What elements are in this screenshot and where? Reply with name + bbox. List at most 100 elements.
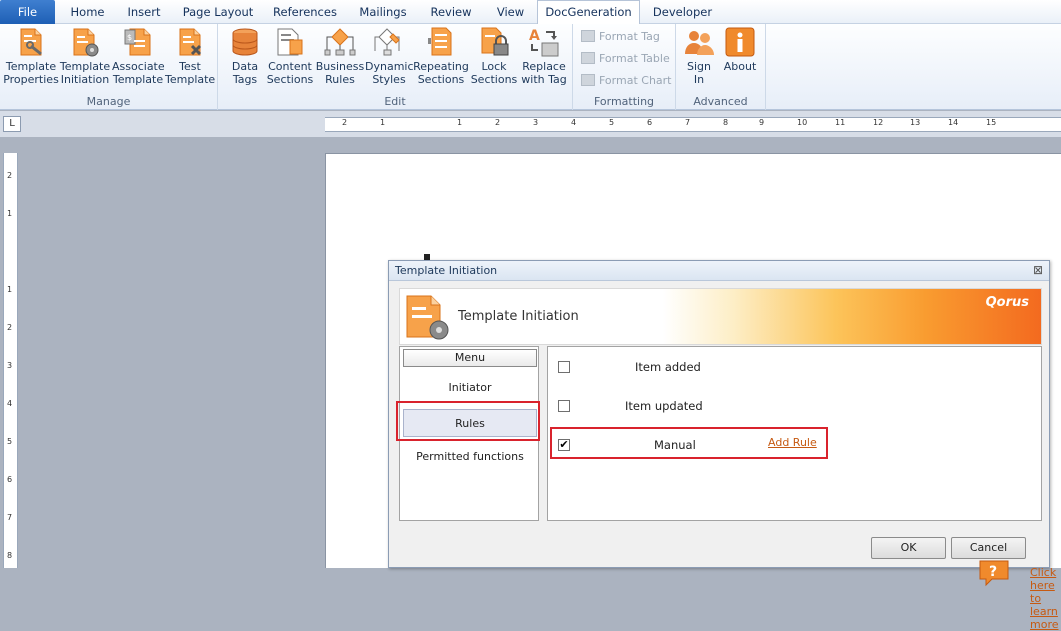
lock-sections-button[interactable]: Lock Sections bbox=[470, 26, 518, 86]
dialog-titlebar[interactable]: Template Initiation ⊠ bbox=[389, 261, 1049, 281]
ok-button[interactable]: OK bbox=[871, 537, 946, 559]
manage-group-label: Manage bbox=[86, 95, 131, 108]
info-icon bbox=[725, 27, 755, 57]
business-rules-icon bbox=[324, 28, 356, 56]
button-label: Styles bbox=[372, 73, 406, 86]
repeating-sections-button[interactable]: Repeating Sections bbox=[413, 26, 469, 86]
button-label: Data bbox=[231, 60, 259, 73]
rule-item-updated[interactable]: Item updated bbox=[558, 397, 828, 417]
tab-developer[interactable]: Developer bbox=[645, 2, 720, 24]
ruler-tick: 4 bbox=[571, 118, 577, 127]
tab-insert[interactable]: Insert bbox=[118, 2, 170, 24]
button-label: Sections bbox=[266, 73, 314, 86]
rules-highlight bbox=[396, 401, 540, 441]
dynamic-styles-button[interactable]: Dynamic Styles bbox=[365, 26, 414, 86]
template-initiation-icon bbox=[406, 295, 449, 340]
rule-checkbox[interactable] bbox=[558, 361, 570, 373]
ruler-tick: 2 bbox=[495, 118, 501, 127]
button-label: Template bbox=[165, 73, 216, 86]
template-properties-button[interactable]: Template Properties bbox=[3, 26, 59, 86]
button-label: Sections bbox=[417, 73, 465, 86]
tab-page-layout[interactable]: Page Layout bbox=[178, 2, 258, 24]
dialog-title: Template Initiation bbox=[395, 264, 498, 277]
button-label: Properties bbox=[3, 73, 59, 86]
rule-item-added[interactable]: Item added bbox=[558, 358, 828, 378]
format-chart-button[interactable]: Format Chart bbox=[581, 72, 672, 90]
menu-item-initiator[interactable]: Initiator bbox=[403, 374, 537, 402]
manage-group: Template Properties Template Initiation … bbox=[0, 24, 218, 110]
test-template-button[interactable]: Test Template bbox=[165, 26, 215, 86]
associate-template-button[interactable]: $ Associate Template bbox=[112, 26, 165, 86]
sign-in-button[interactable]: Sign In bbox=[681, 26, 717, 86]
button-label: Sections bbox=[470, 73, 518, 86]
ruler-tick: 10 bbox=[797, 118, 808, 127]
svg-text:$: $ bbox=[127, 33, 132, 42]
help-icon[interactable]: ? bbox=[978, 559, 1010, 587]
format-table-icon bbox=[581, 52, 595, 64]
ruler-tick: 2 bbox=[7, 323, 13, 332]
format-table-button[interactable]: Format Table bbox=[581, 50, 670, 68]
vertical-ruler[interactable]: 2 1 1 2 3 4 5 6 7 8 bbox=[3, 153, 18, 568]
rule-checkbox[interactable] bbox=[558, 400, 570, 412]
business-rules-button[interactable]: Business Rules bbox=[315, 26, 365, 86]
ruler-tick: 9 bbox=[759, 118, 765, 127]
tab-home[interactable]: Home bbox=[60, 2, 115, 24]
button-label: Initiation bbox=[60, 73, 110, 86]
advanced-group: Sign In About Advanced bbox=[676, 24, 766, 110]
menu-item-permitted-functions[interactable]: Permitted functions bbox=[403, 443, 537, 471]
horizontal-ruler[interactable]: 2 1 1 2 3 4 5 6 7 8 9 10 11 12 13 14 15 bbox=[325, 117, 1061, 132]
lock-icon bbox=[481, 27, 509, 56]
ruler-tick: 5 bbox=[7, 437, 13, 446]
ribbon: Template Properties Template Initiation … bbox=[0, 24, 1061, 110]
ruler-tick: 6 bbox=[7, 475, 13, 484]
ruler-tick: 1 bbox=[7, 209, 13, 218]
tab-selector[interactable]: L bbox=[3, 116, 21, 132]
content-sections-button[interactable]: Content Sections bbox=[266, 26, 314, 86]
template-properties-icon bbox=[20, 28, 42, 56]
tab-file[interactable]: File bbox=[0, 0, 55, 24]
replace-with-tag-icon: A bbox=[529, 28, 559, 57]
template-initiation-button[interactable]: Template Initiation bbox=[59, 26, 111, 86]
about-button[interactable]: About bbox=[721, 26, 759, 73]
learn-more-link[interactable]: Click here to learn more bbox=[1030, 566, 1059, 631]
ruler-tick: 6 bbox=[647, 118, 653, 127]
close-icon[interactable]: ⊠ bbox=[1031, 263, 1045, 277]
dialog-banner: Template Initiation Qorus bbox=[399, 288, 1042, 345]
advanced-group-label: Advanced bbox=[693, 95, 748, 108]
button-label: Test bbox=[179, 60, 201, 73]
button-label: Template bbox=[5, 60, 57, 73]
ruler-tick: 14 bbox=[948, 118, 959, 127]
ruler-tick: 8 bbox=[723, 118, 729, 127]
button-label: Associate bbox=[112, 60, 165, 73]
ruler-tick: 1 bbox=[457, 118, 463, 127]
button-label: Format Chart bbox=[599, 74, 672, 87]
formatting-group: Format Tag Format Table Format Chart For… bbox=[573, 24, 676, 110]
ruler-tick: 11 bbox=[835, 118, 846, 127]
tab-references[interactable]: References bbox=[265, 2, 345, 24]
tab-docgeneration[interactable]: DocGeneration bbox=[537, 0, 640, 25]
rule-label: Item added bbox=[635, 360, 701, 374]
ruler-tick: 1 bbox=[7, 285, 13, 294]
edit-group: Data Tags Content Sections Business Rule… bbox=[218, 24, 573, 110]
manual-highlight bbox=[550, 427, 828, 459]
help-glyph: ? bbox=[989, 564, 997, 580]
database-icon bbox=[232, 28, 258, 56]
ruler-tick: 4 bbox=[7, 399, 13, 408]
ruler-tick: 13 bbox=[910, 118, 921, 127]
format-tag-button[interactable]: Format Tag bbox=[581, 28, 660, 46]
button-label: Rules bbox=[325, 73, 355, 86]
banner-title: Template Initiation bbox=[458, 309, 579, 324]
svg-text:A: A bbox=[529, 28, 540, 44]
replace-with-tag-button[interactable]: A Replace with Tag bbox=[518, 26, 570, 86]
formatting-group-label: Formatting bbox=[593, 95, 655, 108]
button-label: Lock bbox=[481, 60, 507, 73]
ruler-tick: 7 bbox=[685, 118, 691, 127]
data-tags-button[interactable]: Data Tags bbox=[226, 26, 264, 86]
cancel-button[interactable]: Cancel bbox=[951, 537, 1026, 559]
ruler-tick: 12 bbox=[873, 118, 884, 127]
tab-view[interactable]: View bbox=[488, 2, 533, 24]
users-icon bbox=[685, 31, 714, 55]
tab-review[interactable]: Review bbox=[422, 2, 480, 24]
button-label: Sign bbox=[687, 60, 711, 73]
tab-mailings[interactable]: Mailings bbox=[352, 2, 414, 24]
